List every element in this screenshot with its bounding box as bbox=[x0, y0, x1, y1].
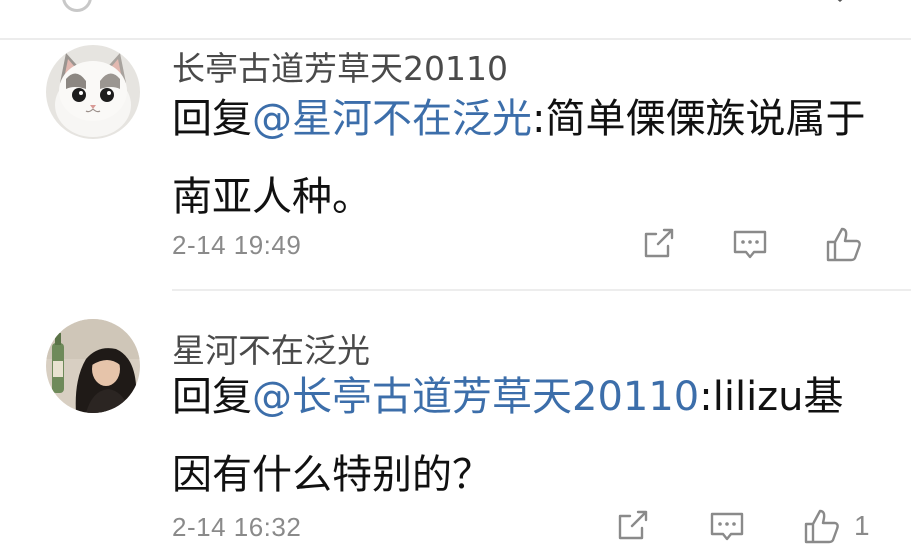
top-bar bbox=[0, 0, 911, 40]
comment-meta: 2-14 16:32 1 bbox=[172, 506, 911, 550]
thumbs-up-icon bbox=[826, 227, 861, 262]
reply-button[interactable] bbox=[707, 506, 747, 546]
mention-link[interactable]: @长亭古道芳草天20110 bbox=[252, 374, 699, 420]
comment-text: 回复@长亭古道芳草天20110:lilizu基因有什么特别的？ bbox=[172, 358, 872, 514]
like-button[interactable] bbox=[802, 506, 842, 546]
comment-item: 星河不在泛光 回复@长亭古道芳草天20110:lilizu基因有什么特别的？ 2… bbox=[0, 290, 911, 557]
share-button[interactable] bbox=[612, 506, 652, 546]
share-button[interactable] bbox=[638, 224, 678, 264]
comment-text: 回复@星河不在泛光:简单傈傈族说属于南亚人种。 bbox=[172, 80, 872, 236]
cat-avatar-icon bbox=[46, 45, 140, 139]
chevron-down-icon[interactable] bbox=[822, 0, 858, 8]
comment-icon bbox=[710, 512, 744, 541]
reply-prefix: 回复 bbox=[172, 374, 252, 420]
timestamp: 2-14 19:49 bbox=[172, 230, 302, 260]
comment-icon bbox=[733, 230, 767, 259]
like-count: 1 bbox=[854, 510, 870, 541]
avatar[interactable] bbox=[46, 319, 140, 413]
avatar[interactable] bbox=[46, 45, 140, 139]
reply-button[interactable] bbox=[730, 224, 770, 264]
comment-item: 长亭古道芳草天20110 回复@星河不在泛光:简单傈傈族说属于南亚人种。 2-1… bbox=[0, 38, 911, 291]
mention-link[interactable]: @星河不在泛光 bbox=[252, 96, 532, 142]
share-icon bbox=[644, 228, 674, 258]
reply-prefix: 回复 bbox=[172, 96, 252, 142]
like-button[interactable] bbox=[824, 224, 864, 264]
back-icon[interactable] bbox=[62, 0, 92, 12]
share-icon bbox=[618, 510, 648, 540]
thumbs-up-icon bbox=[804, 509, 839, 544]
timestamp: 2-14 16:32 bbox=[172, 512, 302, 542]
woman-avatar-icon bbox=[46, 319, 140, 413]
comment-meta: 2-14 19:49 bbox=[172, 224, 911, 268]
